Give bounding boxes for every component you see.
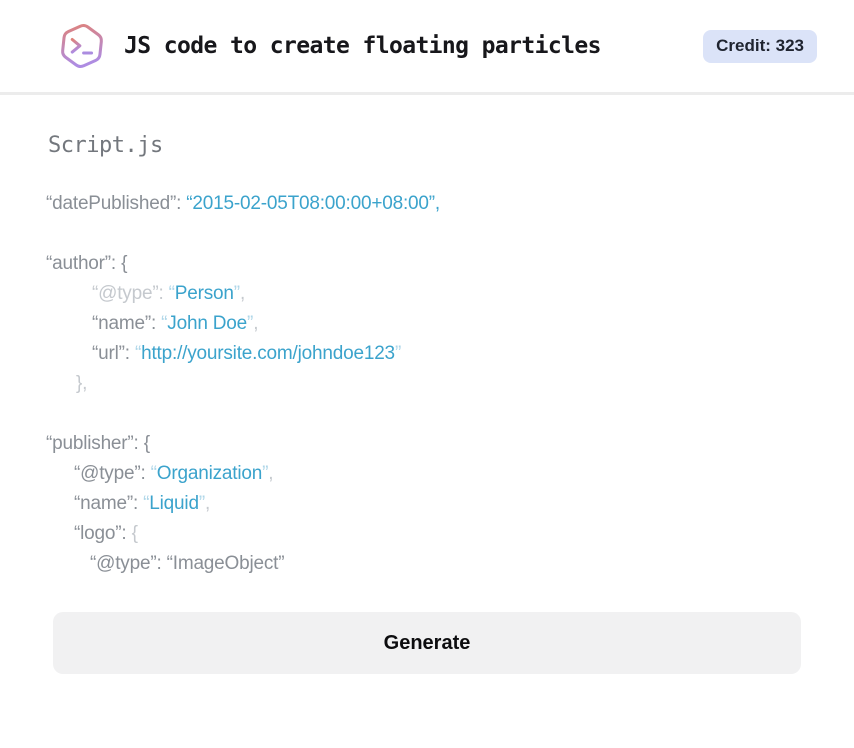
code-token: ,	[239, 283, 246, 304]
code-line: “publisher”: {	[46, 429, 808, 459]
code-token: “logo”	[74, 523, 122, 544]
code-token: :	[140, 463, 151, 484]
code-token: “name”	[74, 493, 133, 514]
credit-badge: Credit: 323	[703, 29, 817, 63]
code-token: },	[76, 373, 88, 394]
code-token: “@type”: “ImageObject”	[90, 553, 285, 574]
prompt-chevron-icon	[70, 37, 82, 54]
code-line: “author”: {	[46, 249, 808, 279]
code-line: “name”: “Liquid”,	[46, 489, 808, 519]
code-token: ,	[268, 463, 274, 484]
code-token: “publisher”: {	[46, 433, 150, 454]
code-token: http://yoursite.com/johndoe123	[141, 343, 395, 364]
code-token: :	[132, 493, 144, 514]
code-token: ,	[253, 313, 259, 334]
code-token: :	[158, 283, 169, 304]
hexagon-outline	[61, 23, 103, 69]
code-token: :	[121, 523, 132, 544]
code-line: “@type”: “Organization”,	[46, 459, 808, 489]
app-window: JS code to create floating particles Cre…	[0, 0, 854, 748]
code-token: “2015-02-05T08:00:00+08:00”,	[186, 193, 440, 214]
code-token: ,	[204, 493, 211, 514]
code-line: “name”: “John Doe”,	[46, 309, 808, 339]
terminal-hexagon-icon	[61, 23, 103, 69]
code-line: “datePublished”: “2015-02-05T08:00:00+08…	[46, 189, 808, 219]
code-token: Organization	[156, 463, 263, 484]
code-block: “datePublished”: “2015-02-05T08:00:00+08…	[46, 189, 808, 579]
code-token: “@type”	[74, 463, 141, 484]
code-line: },	[46, 369, 808, 399]
code-line: “@type”: “ImageObject”	[46, 549, 808, 579]
code-token: “@type”	[92, 283, 159, 304]
filename-heading: Script.js	[48, 133, 163, 158]
code-line: “url”: “http://yoursite.com/johndoe123”	[46, 339, 808, 369]
code-token: Liquid	[149, 493, 199, 514]
code-token: “name”	[92, 313, 151, 334]
main-content: Script.js “datePublished”: “2015-02-05T0…	[0, 95, 854, 674]
code-token: ”	[394, 343, 402, 364]
code-line: “@type”: “Person”,	[46, 279, 808, 309]
generate-button[interactable]: Generate	[53, 612, 801, 674]
code-token: Person	[174, 283, 234, 304]
header: JS code to create floating particles Cre…	[0, 0, 854, 95]
code-token: “url”	[92, 343, 125, 364]
page-title: JS code to create floating particles	[124, 33, 602, 59]
code-token: {	[131, 523, 138, 544]
app-logo[interactable]	[56, 20, 108, 72]
code-token: “author”: {	[46, 253, 128, 274]
code-token: :	[124, 343, 135, 364]
code-token: “datePublished”:	[46, 193, 187, 214]
code-token: John Doe	[167, 313, 248, 334]
code-line: “logo”: {	[46, 519, 808, 549]
code-token: :	[150, 313, 162, 334]
